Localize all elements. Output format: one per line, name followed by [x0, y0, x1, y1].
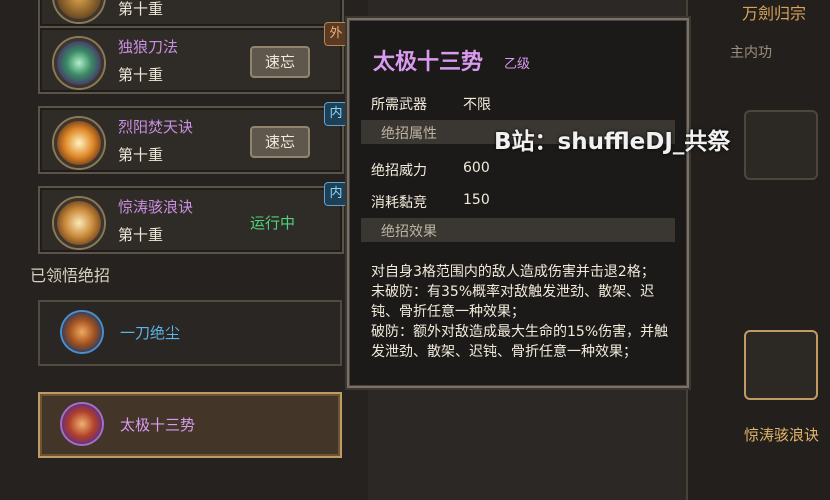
cost-value: 150	[463, 192, 490, 208]
skill-card-dulang[interactable]: 独狼刀法 第十重 速忘 外	[38, 22, 348, 94]
weapon-value: 不限	[463, 97, 491, 113]
internal-type-badge: 内	[324, 102, 348, 126]
quick-forget-button[interactable]: 速忘	[250, 126, 310, 158]
skill-card-partial[interactable]: 第十重	[38, 0, 344, 28]
learned-ultimates-title: 已领悟绝招	[30, 266, 111, 285]
ultimate-item-taiji[interactable]: 太极十三势	[38, 392, 342, 458]
effect-description: 对自身3格范围内的敌人造成伤害并击退2格； 未破防：有35%概率对敌触发泄劲、散…	[371, 262, 671, 362]
wolf-claw-icon	[54, 38, 104, 88]
sun-flame-icon	[54, 118, 104, 168]
wave-icon	[54, 198, 104, 248]
power-label: 绝招威力	[371, 163, 427, 179]
internal-type-badge: 内	[324, 182, 348, 206]
effect-header: 绝招效果	[381, 224, 437, 240]
skill-card-lieyang[interactable]: 烈阳焚天诀 第十重 速忘 内	[38, 102, 348, 174]
tooltip-title: 太极十三势	[373, 50, 484, 75]
power-row: 绝招威力 600	[371, 160, 490, 180]
skill-name: 烈阳焚天诀	[118, 118, 194, 136]
effect-header-band: 绝招效果	[361, 218, 675, 242]
skill-level: 第十重	[118, 0, 164, 18]
cost-row: 消耗黏竞 150	[371, 192, 490, 212]
skill-card-jingtao[interactable]: 惊涛骇浪诀 第十重 运行中 内	[38, 182, 348, 254]
skill-name: 惊涛骇浪诀	[118, 198, 194, 216]
main-internal-label: 主内功	[730, 45, 772, 61]
tooltip-grade: 乙级	[504, 57, 531, 72]
taiji-icon	[62, 404, 102, 444]
right-panel-title: 万劍归宗	[742, 4, 807, 23]
skill-level: 第十重	[118, 146, 164, 164]
ultimate-item-yidao[interactable]: 一刀绝尘	[38, 300, 342, 366]
running-status: 运行中	[250, 214, 296, 232]
cost-label: 消耗黏竞	[371, 195, 427, 211]
equipped-internal-name: 惊涛骇浪诀	[744, 426, 820, 444]
effect-line: 未破防：有35%概率对敌触发泄劲、散架、迟钝、骨折任意一种效果；	[371, 284, 655, 320]
ultimate-name: 太极十三势	[120, 416, 196, 434]
effect-line: 破防：额外对敌造成最大生命的15%伤害，并触发泄劲、散架、迟钝、骨折任意一种效果…	[371, 324, 669, 360]
weapon-row: 所需武器 不限	[371, 94, 491, 114]
attribute-header: 绝招属性	[381, 126, 437, 142]
ultimate-name: 一刀绝尘	[120, 324, 181, 342]
skill-icon	[54, 0, 104, 22]
quick-forget-button[interactable]: 速忘	[250, 46, 310, 78]
external-type-badge: 外	[324, 22, 348, 46]
watermark-text: B站：shuffleDJ_共祭	[494, 129, 731, 155]
skill-tooltip: 太极十三势 乙级 所需武器 不限 绝招属性 绝招威力 600 消耗黏竞 150 …	[347, 18, 689, 388]
skill-name: 独狼刀法	[118, 38, 179, 56]
skill-level: 第十重	[118, 66, 164, 84]
equipped-skill-slot[interactable]	[744, 110, 818, 180]
effect-line: 对自身3格范围内的敌人造成伤害并击退2格；	[371, 264, 655, 280]
blade-slash-icon	[62, 312, 102, 352]
skill-level: 第十重	[118, 226, 164, 244]
weapon-label: 所需武器	[371, 97, 427, 113]
power-value: 600	[463, 160, 490, 176]
equipped-internal-slot[interactable]	[744, 330, 818, 400]
